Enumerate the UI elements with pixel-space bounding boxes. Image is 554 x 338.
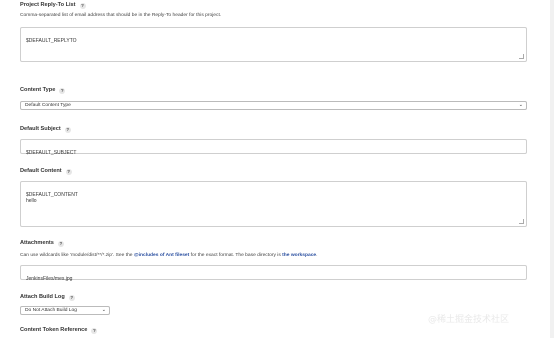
attach-build-log-label: Attach Build Log ? bbox=[20, 294, 75, 301]
workspace-link[interactable]: the workspace bbox=[282, 253, 316, 258]
default-content-value: $DEFAULT_CONTENT hello bbox=[26, 192, 78, 204]
content-type-label-text: Content Type bbox=[20, 87, 56, 93]
scrollbar-track[interactable] bbox=[550, 0, 554, 338]
default-subject-input[interactable]: $DEFAULT_SUBJECT bbox=[20, 139, 527, 156]
default-content-label: Default Content ? bbox=[20, 168, 72, 175]
attachments-value: JenkinsFiles/mes.jpg bbox=[26, 276, 73, 282]
chevron-down-icon: ⌄ bbox=[518, 102, 523, 108]
help-icon[interactable]: ? bbox=[68, 294, 75, 301]
content-type-label: Content Type ? bbox=[20, 87, 66, 94]
reply-to-textarea[interactable]: $DEFAULT_REPLYTO bbox=[20, 27, 527, 62]
default-subject-label-text: Default Subject bbox=[20, 126, 61, 132]
default-subject-value: $DEFAULT_SUBJECT bbox=[26, 150, 77, 156]
reply-to-label-text: Project Reply-To List bbox=[20, 2, 76, 8]
help-icon[interactable]: ? bbox=[57, 240, 64, 247]
attachments-label: Attachments ? bbox=[20, 240, 64, 247]
attach-build-log-label-text: Attach Build Log bbox=[20, 294, 65, 300]
resize-handle-icon[interactable] bbox=[519, 54, 524, 59]
reply-to-label: Project Reply-To List ? bbox=[20, 2, 86, 9]
attachments-label-text: Attachments bbox=[20, 240, 54, 246]
attachments-desc-suffix: . bbox=[316, 253, 318, 258]
content-token-reference-label: Content Token Reference ? bbox=[20, 327, 98, 334]
resize-handle-icon[interactable] bbox=[519, 219, 524, 224]
help-icon[interactable]: ? bbox=[65, 168, 72, 175]
attachments-input[interactable]: JenkinsFiles/mes.jpg bbox=[20, 265, 527, 282]
ant-fileset-link[interactable]: @includes of Ant fileset bbox=[134, 253, 189, 258]
attachments-desc-middle: for the exact format. The base directory… bbox=[189, 253, 283, 258]
attach-build-log-select[interactable]: Do Not Attach Build Log ⌄ bbox=[20, 306, 110, 315]
help-icon[interactable]: ? bbox=[91, 327, 98, 334]
attachments-desc-prefix: Can use wildcards like 'module/dist/**/*… bbox=[20, 253, 134, 258]
reply-to-description: Comma-separated list of email address th… bbox=[20, 13, 222, 18]
attach-build-log-selected: Do Not Attach Build Log bbox=[25, 308, 77, 313]
watermark: @稀土掘金技术社区 bbox=[428, 315, 510, 325]
help-icon[interactable]: ? bbox=[64, 126, 71, 133]
attachments-description: Can use wildcards like 'module/dist/**/*… bbox=[20, 252, 318, 259]
default-content-label-text: Default Content bbox=[20, 168, 62, 174]
chevron-down-icon: ⌄ bbox=[101, 307, 106, 313]
content-type-select[interactable]: Default Content Type ⌄ bbox=[20, 101, 527, 110]
default-subject-label: Default Subject ? bbox=[20, 126, 71, 133]
reply-to-value: $DEFAULT_REPLYTO bbox=[26, 38, 77, 44]
help-icon[interactable]: ? bbox=[79, 2, 86, 9]
content-token-reference-label-text: Content Token Reference bbox=[20, 327, 88, 333]
default-content-textarea[interactable]: $DEFAULT_CONTENT hello bbox=[20, 181, 527, 227]
help-icon[interactable]: ? bbox=[59, 87, 66, 94]
content-type-selected: Default Content Type bbox=[25, 103, 71, 108]
